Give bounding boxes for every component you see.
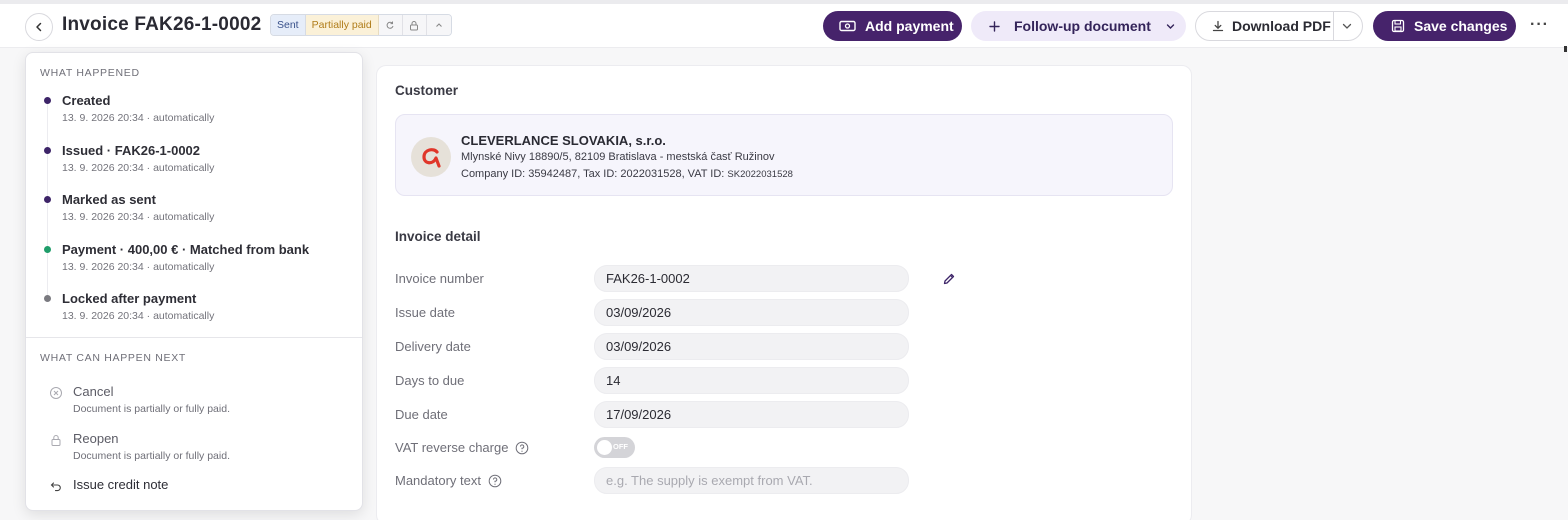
event-meta: 13. 9. 2026 20:34 · automatically	[62, 162, 215, 174]
scroll-edge-marker	[1564, 46, 1567, 52]
history-panel: WHAT HAPPENED Created 13. 9. 2026 20:34 …	[25, 52, 363, 511]
days-to-due-field[interactable]: 14	[594, 367, 909, 394]
action-title: Cancel	[73, 384, 114, 399]
event-meta: 13. 9. 2026 20:34 · automatically	[62, 211, 215, 223]
history-event: Locked after payment 13. 9. 2026 20:34 ·…	[40, 291, 350, 327]
customer-ids: Company ID: 35942487, Tax ID: 2022031528…	[461, 168, 793, 180]
history-event: Issued · FAK26-1-0002 13. 9. 2026 20:34 …	[40, 143, 350, 179]
customer-address: Mlynské Nivy 18890/5, 82109 Bratislava -…	[461, 151, 775, 163]
more-options-button[interactable]: ···	[1530, 16, 1549, 34]
chevron-down-icon[interactable]	[1340, 19, 1354, 33]
cancel-action[interactable]: Cancel Document is partially or fully pa…	[40, 384, 350, 418]
due-date-label: Due date	[395, 407, 448, 422]
invoice-card: Customer CLEVERLANCE SLOVAKIA, s.r.o. Ml…	[376, 65, 1192, 520]
plus-icon	[989, 20, 1000, 32]
mandatory-text-field[interactable]: e.g. The supply is exempt from VAT.	[594, 467, 909, 494]
pencil-icon[interactable]	[942, 272, 956, 286]
lock-icon	[51, 435, 61, 446]
event-meta: 13. 9. 2026 20:34 · automatically	[62, 112, 215, 124]
event-title: Payment · 400,00 € · Matched from bank	[62, 242, 310, 257]
customer-name: CLEVERLANCE SLOVAKIA, s.r.o.	[461, 133, 666, 148]
delivery-date-label: Delivery date	[395, 339, 471, 354]
event-dot	[44, 295, 51, 302]
toggle-knob	[597, 440, 612, 455]
action-reason: Document is partially or fully paid.	[73, 450, 230, 462]
reopen-action[interactable]: Reopen Document is partially or fully pa…	[40, 431, 350, 465]
follow-up-label: Follow-up document	[1014, 18, 1151, 34]
customer-ids-text: Company ID: 35942487, Tax ID: 2022031528…	[461, 168, 728, 180]
what-happened-heading: WHAT HAPPENED	[40, 67, 140, 79]
follow-up-document-button[interactable]: Follow-up document	[971, 11, 1186, 41]
chevron-left-icon	[36, 22, 42, 32]
save-changes-button[interactable]: Save changes	[1373, 11, 1516, 41]
event-dot	[44, 196, 51, 203]
what-next-heading: WHAT CAN HAPPEN NEXT	[40, 352, 187, 364]
delivery-date-field[interactable]: 03/09/2026	[594, 333, 909, 360]
action-title: Issue credit note	[73, 477, 169, 492]
x-circle-icon	[50, 387, 62, 399]
status-badge-partially-paid: Partially paid	[305, 15, 379, 35]
action-reason: Document is partially or fully paid.	[73, 403, 230, 415]
mandatory-text-text: Mandatory text	[395, 473, 481, 488]
invoice-detail-heading: Invoice detail	[395, 229, 481, 244]
due-date-field[interactable]: 17/09/2026	[594, 401, 909, 428]
history-event: Marked as sent 13. 9. 2026 20:34 · autom…	[40, 192, 350, 228]
event-meta: 13. 9. 2026 20:34 · automatically	[62, 261, 215, 273]
status-badge-sent: Sent	[271, 15, 306, 35]
event-dot	[44, 97, 51, 104]
event-dot	[44, 147, 51, 154]
help-circle-icon[interactable]	[488, 474, 502, 488]
cash-icon	[839, 20, 856, 32]
download-icon	[1212, 20, 1224, 32]
event-dot	[44, 246, 51, 253]
status-badges: Sent Partially paid	[270, 14, 452, 36]
event-meta: 13. 9. 2026 20:34 · automatically	[62, 310, 215, 322]
vat-reverse-charge-toggle[interactable]: OFF	[594, 437, 635, 458]
customer-logo	[411, 137, 451, 177]
chevron-down-icon	[1166, 23, 1175, 29]
history-event: Payment · 400,00 € · Matched from bank 1…	[40, 242, 350, 278]
customer-vat-id: SK2022031528	[727, 169, 793, 180]
event-title: Marked as sent	[62, 192, 156, 207]
page-title: Invoice FAK26-1-0002	[62, 14, 262, 35]
mandatory-text-label: Mandatory text	[395, 473, 502, 488]
download-divider	[1333, 12, 1334, 40]
history-event: Created 13. 9. 2026 20:34 · automaticall…	[40, 93, 350, 129]
lock-badge[interactable]	[402, 15, 427, 35]
sync-icon	[386, 21, 394, 29]
undo-arrow-icon	[50, 482, 61, 492]
add-payment-label: Add payment	[865, 18, 954, 34]
event-title: Locked after payment	[62, 291, 197, 306]
header: Invoice FAK26-1-0002 Sent Partially paid…	[0, 4, 1568, 52]
lock-icon	[410, 20, 419, 30]
customer-box[interactable]: CLEVERLANCE SLOVAKIA, s.r.o. Mlynské Niv…	[395, 114, 1173, 196]
download-pdf-button[interactable]: Download PDF	[1195, 11, 1363, 41]
save-changes-label: Save changes	[1414, 18, 1508, 34]
collapse-badge[interactable]	[426, 15, 451, 35]
event-title: Issued · FAK26-1-0002	[62, 143, 201, 158]
action-title: Reopen	[73, 431, 119, 446]
vat-reverse-charge-text: VAT reverse charge	[395, 440, 509, 455]
help-circle-icon[interactable]	[515, 441, 529, 455]
sync-badge[interactable]	[378, 15, 403, 35]
days-to-due-label: Days to due	[395, 373, 465, 388]
vat-reverse-charge-label: VAT reverse charge	[395, 440, 529, 455]
company-logo-icon	[422, 148, 441, 168]
invoice-number-label: Invoice number	[395, 271, 484, 286]
panel-divider	[26, 337, 362, 338]
customer-heading: Customer	[395, 83, 459, 98]
event-title: Created	[62, 93, 111, 108]
invoice-number-field[interactable]: FAK26-1-0002	[594, 265, 909, 292]
issue-date-field[interactable]: 03/09/2026	[594, 299, 909, 326]
chevron-up-icon	[435, 23, 442, 27]
floppy-disk-icon	[1391, 19, 1405, 33]
add-payment-button[interactable]: Add payment	[823, 11, 962, 41]
issue-date-label: Issue date	[395, 305, 455, 320]
back-button[interactable]	[25, 13, 53, 41]
toggle-state-text: OFF	[613, 442, 628, 451]
issue-credit-note-action[interactable]: Issue credit note	[40, 477, 350, 497]
download-pdf-label: Download PDF	[1232, 18, 1331, 34]
